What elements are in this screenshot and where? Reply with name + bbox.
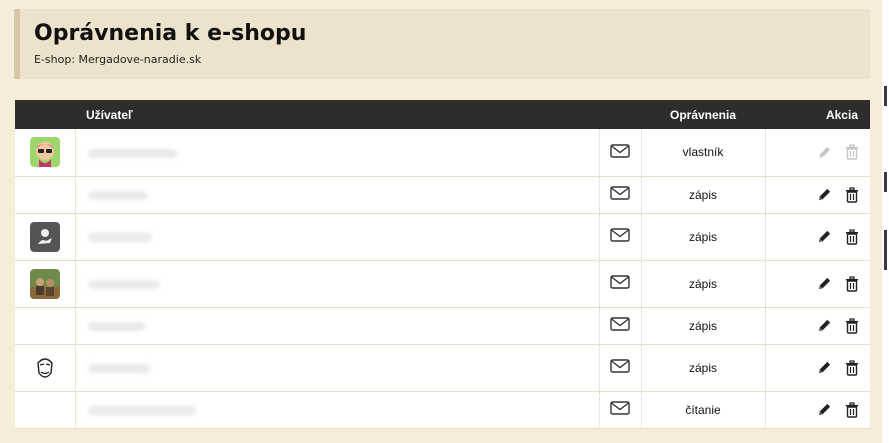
envelope-icon[interactable] <box>610 359 630 373</box>
trash-icon <box>846 144 858 160</box>
trash-icon[interactable] <box>845 401 859 418</box>
user-name-redacted <box>87 148 178 158</box>
table-row: čítanie <box>15 391 870 428</box>
envelope-icon[interactable] <box>610 401 630 415</box>
user-avatar <box>29 352 60 383</box>
permissions-table: Užívateľ Oprávnenia Akcia vlastník zápis… <box>15 100 870 429</box>
table-row: zápis <box>15 213 870 260</box>
col-header-user: Užívateľ <box>86 107 133 122</box>
trash-icon[interactable] <box>845 359 859 376</box>
pencil-icon[interactable] <box>817 187 832 202</box>
user-name-redacted <box>87 363 150 373</box>
table-row: zápis <box>15 307 870 344</box>
table-row: vlastník <box>15 129 870 176</box>
page-header: Oprávnenia k e-shopu E-shop: Mergadove-n… <box>14 9 870 79</box>
permission-value: zápis <box>640 176 766 213</box>
table-row: zápis <box>15 176 870 213</box>
permission-value: zápis <box>640 260 766 307</box>
envelope-icon[interactable] <box>610 186 630 200</box>
trash-icon[interactable] <box>845 317 859 334</box>
col-header-action: Akcia <box>825 107 858 122</box>
user-name-redacted <box>87 279 160 289</box>
user-name-redacted <box>87 321 146 331</box>
pencil-icon <box>818 146 830 158</box>
table-row: zápis <box>15 260 870 307</box>
shop-label: E-shop: Mergadove-naradie.sk <box>34 53 202 66</box>
edge-mark <box>884 172 887 192</box>
permission-value: zápis <box>640 344 766 391</box>
table-row: zápis <box>15 344 870 391</box>
user-avatar <box>29 137 60 168</box>
edge-mark <box>884 86 887 106</box>
col-header-permission: Oprávnenia <box>669 107 737 122</box>
user-name-redacted <box>87 190 148 200</box>
envelope-icon[interactable] <box>610 317 630 331</box>
page-title: Oprávnenia k e-shopu <box>34 21 307 46</box>
permission-value: čítanie <box>640 391 766 428</box>
envelope-icon[interactable] <box>610 275 630 289</box>
trash-icon[interactable] <box>845 186 859 203</box>
user-avatar <box>29 221 60 252</box>
pencil-icon[interactable] <box>817 276 832 291</box>
pencil-icon[interactable] <box>817 229 832 244</box>
pencil-icon[interactable] <box>817 402 832 417</box>
user-name-redacted <box>87 405 196 415</box>
edge-mark <box>884 230 887 270</box>
user-name-redacted <box>87 232 152 242</box>
envelope-icon[interactable] <box>610 228 630 242</box>
right-edge-strip <box>882 0 889 443</box>
envelope-icon[interactable] <box>610 144 630 158</box>
trash-icon[interactable] <box>845 275 859 292</box>
table-header-row: Užívateľ Oprávnenia Akcia <box>15 100 870 129</box>
permission-value: vlastník <box>640 129 766 176</box>
pencil-icon[interactable] <box>817 360 832 375</box>
pencil-icon[interactable] <box>817 318 832 333</box>
trash-icon[interactable] <box>845 228 859 245</box>
permission-value: zápis <box>640 213 766 260</box>
permission-value: zápis <box>640 307 766 344</box>
user-avatar <box>29 268 60 299</box>
